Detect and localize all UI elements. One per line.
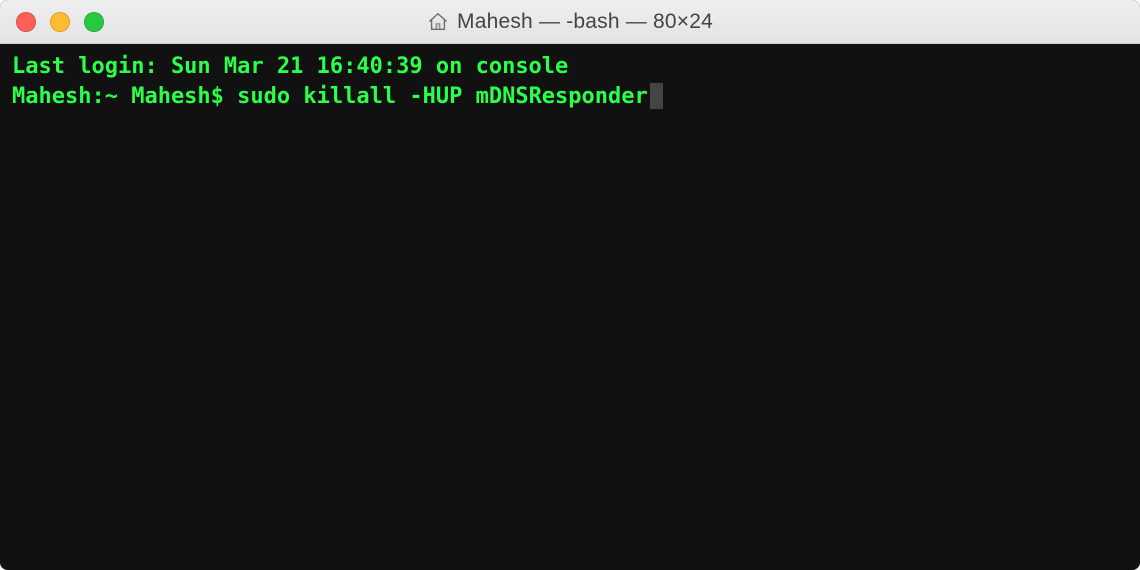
maximize-button[interactable] bbox=[84, 12, 104, 32]
prompt-line: Mahesh:~ Mahesh$ sudo killall -HUP mDNSR… bbox=[12, 82, 1128, 112]
home-icon bbox=[427, 11, 449, 33]
last-login-line: Last login: Sun Mar 21 16:40:39 on conso… bbox=[12, 52, 1128, 82]
window-controls bbox=[0, 12, 104, 32]
close-button[interactable] bbox=[16, 12, 36, 32]
window-title-area: Mahesh — -bash — 80×24 bbox=[0, 10, 1140, 34]
typed-command: sudo killall -HUP mDNSResponder bbox=[237, 84, 648, 109]
cursor-icon bbox=[650, 83, 663, 109]
window-titlebar: Mahesh — -bash — 80×24 bbox=[0, 0, 1140, 44]
terminal-window: Mahesh — -bash — 80×24 Last login: Sun M… bbox=[0, 0, 1140, 570]
shell-prompt: Mahesh:~ Mahesh$ bbox=[12, 84, 237, 109]
terminal-content[interactable]: Last login: Sun Mar 21 16:40:39 on conso… bbox=[0, 44, 1140, 570]
minimize-button[interactable] bbox=[50, 12, 70, 32]
window-title: Mahesh — -bash — 80×24 bbox=[457, 10, 713, 34]
